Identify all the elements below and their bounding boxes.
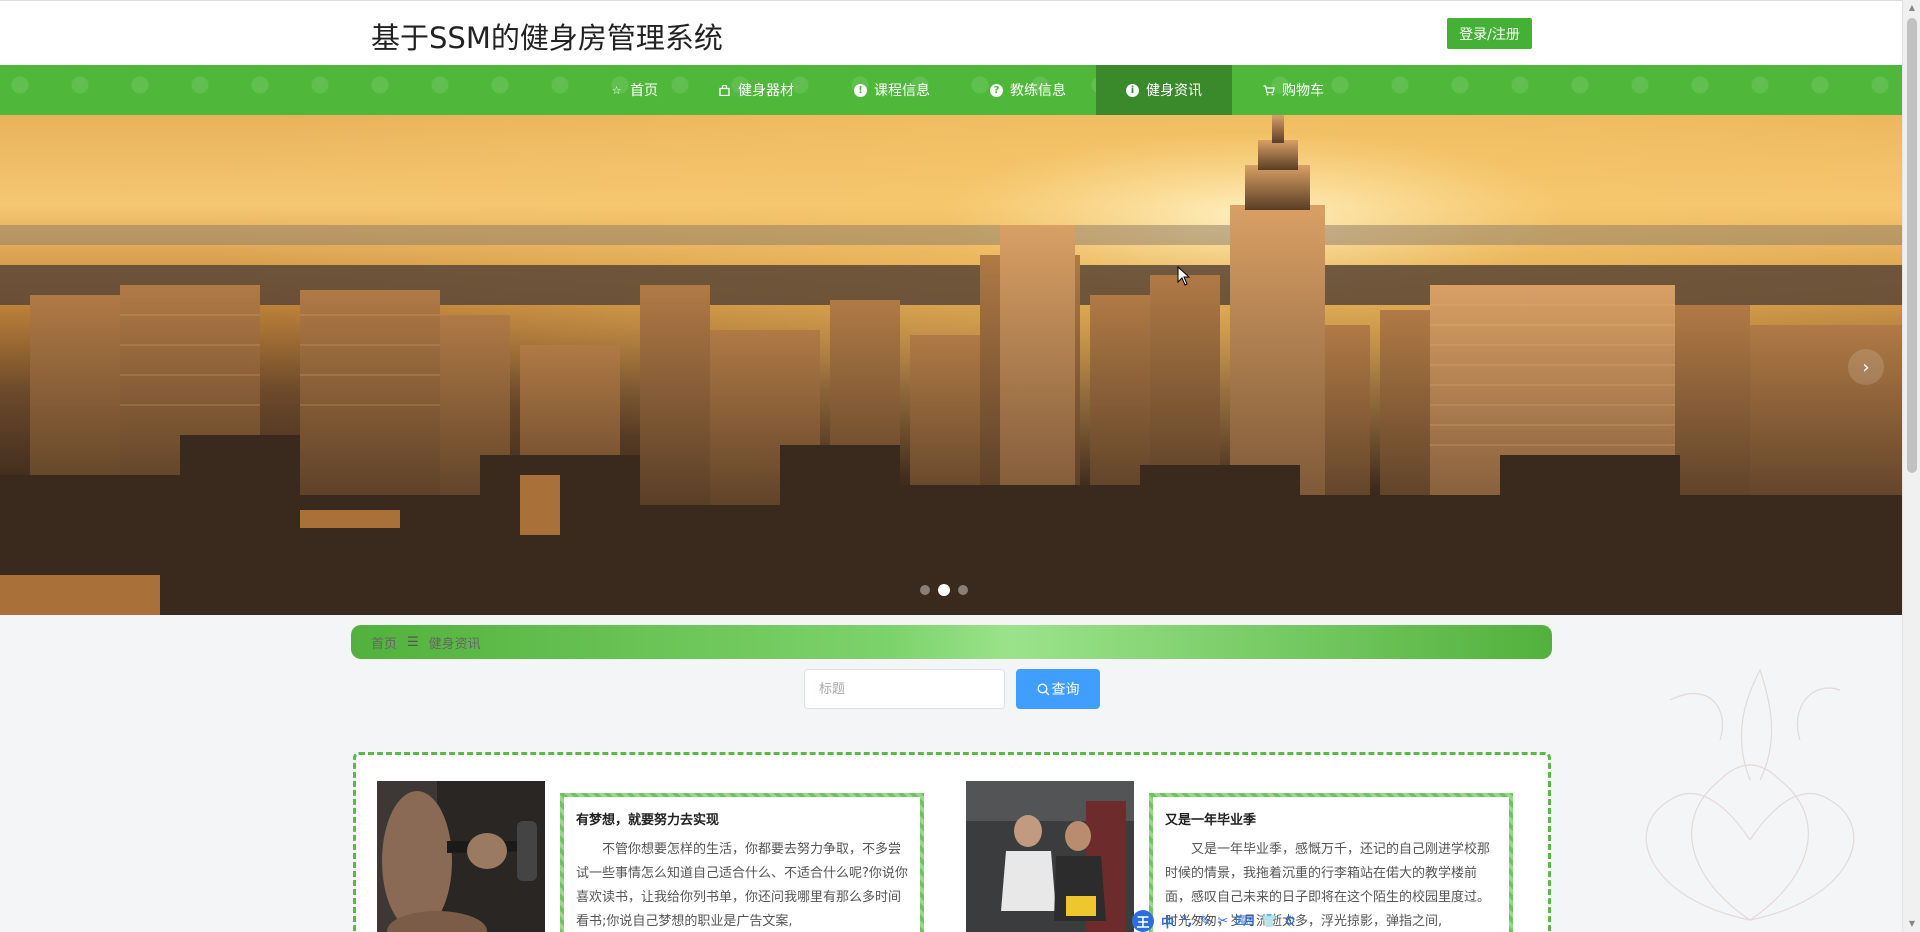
info-icon: i <box>1126 83 1139 97</box>
nav-item-label: 健身器材 <box>738 83 794 99</box>
main-nav: ☆ 首页 健身器材 ! 课程信息 ? 教练信息 i 健身资讯 购物车 <box>0 65 1902 115</box>
login-register-button[interactable]: 登录/注册 <box>1447 18 1532 49</box>
question-icon: ? <box>990 83 1003 97</box>
mouse-cursor-icon <box>1177 266 1191 286</box>
nav-item-courses[interactable]: ! 课程信息 <box>824 65 960 115</box>
carousel-indicators <box>920 584 968 596</box>
title-search-input[interactable] <box>804 669 1005 709</box>
star-icon: ☆ <box>611 83 622 97</box>
ime-punctuation-icon[interactable]: °, <box>1181 914 1192 929</box>
breadcrumb-home[interactable]: 首页 <box>371 633 397 652</box>
exclamation-icon: ! <box>854 83 867 97</box>
nav-item-coaches[interactable]: ? 教练信息 <box>960 65 1096 115</box>
cart-icon <box>1262 84 1275 97</box>
news-title[interactable]: 有梦想，就要努力去实现 <box>576 809 908 828</box>
header: 基于SSM的健身房管理系统 登录/注册 <box>0 0 1902 65</box>
news-body: 不管你想要怎样的生活，你都要去努力争取，不多尝试一些事情怎么知道自己适合什么、不… <box>576 842 908 929</box>
site-title: 基于SSM的健身房管理系统 <box>371 21 723 55</box>
scroll-up-arrow-icon[interactable]: ▲ <box>1907 3 1917 13</box>
search-button[interactable]: 查询 <box>1016 669 1100 709</box>
carousel-dot-2[interactable] <box>938 584 950 596</box>
nav-item-label: 购物车 <box>1282 83 1324 99</box>
news-list: 有梦想，就要努力去实现 不管你想要怎样的生活，你都要去努力争取，不多尝试一些事情… <box>353 752 1551 932</box>
ime-toolbar: 王 中 °, ✎ ✂ ⌨ 👕 ⚙ <box>1126 910 1302 932</box>
ime-handwriting-icon[interactable]: ✎ <box>1199 914 1210 929</box>
nav-item-label: 健身资讯 <box>1146 83 1202 99</box>
page-scrollbar[interactable]: ▲ ▼ <box>1902 0 1920 932</box>
breadcrumb-current: 健身资讯 <box>428 636 481 652</box>
carousel-next-button[interactable]: › <box>1848 349 1884 385</box>
nav-item-cart[interactable]: 购物车 <box>1232 65 1354 115</box>
ime-scissors-icon[interactable]: ✂ <box>1217 914 1228 929</box>
nav-item-equipment[interactable]: 健身器材 <box>688 65 824 115</box>
nav-item-news[interactable]: i 健身资讯 <box>1096 65 1232 115</box>
news-image <box>966 781 1134 932</box>
search-button-label: 查询 <box>1051 682 1080 698</box>
nav-item-label: 课程信息 <box>874 83 930 99</box>
search-icon <box>1036 682 1049 695</box>
carousel-dot-1[interactable] <box>920 585 930 595</box>
news-image <box>377 781 545 932</box>
breadcrumb-separator-icon: ☰ <box>407 634 419 650</box>
ime-settings-icon[interactable]: ⚙ <box>1284 914 1296 929</box>
news-text: 有梦想，就要努力去实现 不管你想要怎样的生活，你都要去努力争取，不多尝试一些事情… <box>560 793 924 932</box>
ime-keyboard-icon[interactable]: ⌨ <box>1235 914 1254 929</box>
city-skyline-image <box>0 115 1902 615</box>
ime-logo-icon[interactable]: 王 <box>1132 910 1154 932</box>
news-title[interactable]: 又是一年毕业季 <box>1165 809 1497 828</box>
news-card[interactable]: 有梦想，就要努力去实现 不管你想要怎样的生活，你都要去努力争取，不多尝试一些事情… <box>377 781 955 932</box>
banner-carousel[interactable]: › <box>0 115 1902 615</box>
nav-item-label: 教练信息 <box>1010 83 1066 99</box>
bag-icon <box>718 84 731 97</box>
nav-item-label: 首页 <box>630 83 658 99</box>
nav-item-home[interactable]: ☆ 首页 <box>580 65 688 115</box>
scroll-down-arrow-icon[interactable]: ▼ <box>1907 919 1917 929</box>
ime-chinese-mode[interactable]: 中 <box>1161 912 1174 931</box>
scroll-thumb[interactable] <box>1907 18 1917 473</box>
flower-decoration-image <box>1645 668 1855 921</box>
ime-skin-icon[interactable]: 👕 <box>1261 914 1277 929</box>
carousel-dot-3[interactable] <box>958 585 968 595</box>
breadcrumb: 首页 ☰ 健身资讯 <box>351 625 1552 659</box>
